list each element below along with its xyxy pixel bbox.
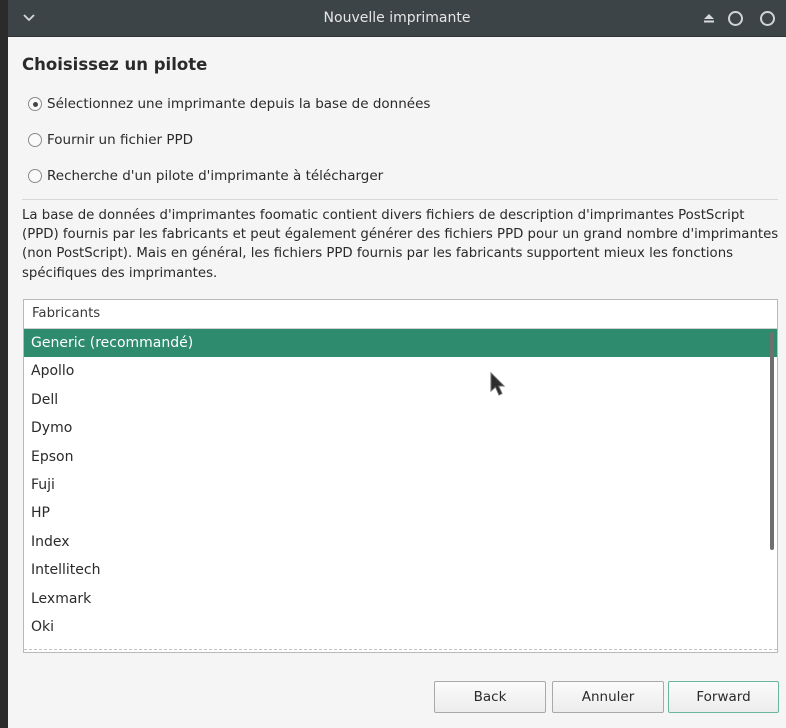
option-label: Fournir un fichier PPD <box>47 132 194 148</box>
option-provide-ppd-file[interactable]: Fournir un fichier PPD <box>28 129 193 151</box>
scrollbar[interactable] <box>770 332 774 550</box>
list-item[interactable]: HP <box>24 499 777 527</box>
list-item[interactable]: Index <box>24 528 777 556</box>
description-text: La base de données d'imprimantes foomati… <box>22 208 779 281</box>
manufacturer-list[interactable]: Fabricants Generic (recommandé) Apollo D… <box>23 299 778 653</box>
list-bottom-edge <box>24 649 777 650</box>
back-button[interactable]: Back <box>434 681 546 713</box>
manufacturer-rows: Generic (recommandé) Apollo Dell Dymo Ep… <box>24 329 777 641</box>
option-search-driver-download[interactable]: Recherche d'un pilote d'imprimante à tél… <box>28 165 383 187</box>
list-item[interactable]: Apollo <box>24 357 777 385</box>
chevron-down-icon[interactable] <box>20 9 38 27</box>
radio-button[interactable] <box>28 133 42 147</box>
printer-dialog-window: Nouvelle imprimante Choisissez un pilote… <box>8 0 786 728</box>
list-item[interactable]: Fuji <box>24 471 777 499</box>
column-header-manufacturers[interactable]: Fabricants <box>24 300 777 329</box>
window-title: Nouvelle imprimante <box>323 10 471 26</box>
list-item-selected[interactable]: Generic (recommandé) <box>24 329 777 358</box>
list-item[interactable]: Dymo <box>24 414 777 442</box>
option-select-from-database[interactable]: Sélectionnez une imprimante depuis la ba… <box>28 93 430 115</box>
option-label: Recherche d'un pilote d'imprimante à tél… <box>47 168 384 184</box>
mouse-cursor-icon <box>490 372 506 396</box>
maximize-icon[interactable] <box>760 11 775 26</box>
page-title: Choisissez un pilote <box>22 55 208 74</box>
option-label: Sélectionnez une imprimante depuis la ba… <box>47 96 431 112</box>
list-item[interactable]: Lexmark <box>24 585 777 613</box>
list-item[interactable]: Oki <box>24 613 777 641</box>
radio-button-checked[interactable] <box>28 97 42 111</box>
title-bar[interactable]: Nouvelle imprimante <box>8 0 786 37</box>
radio-button[interactable] <box>28 169 42 183</box>
separator <box>22 199 778 200</box>
forward-button[interactable]: Forward <box>668 681 779 713</box>
eject-icon[interactable] <box>702 11 716 25</box>
minimize-icon[interactable] <box>728 11 743 26</box>
list-item[interactable]: Epson <box>24 443 777 471</box>
cancel-button[interactable]: Annuler <box>552 681 664 713</box>
list-item[interactable]: Dell <box>24 386 777 414</box>
list-item[interactable]: Intellitech <box>24 556 777 584</box>
